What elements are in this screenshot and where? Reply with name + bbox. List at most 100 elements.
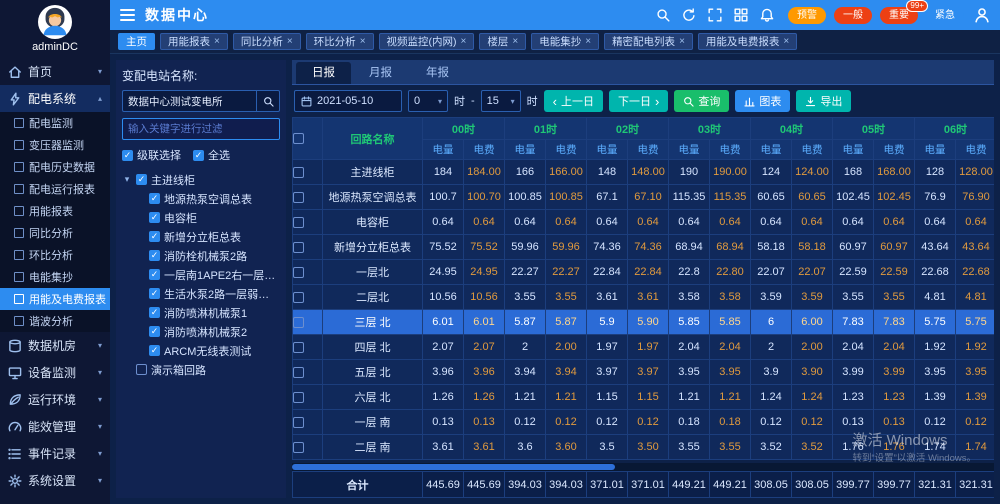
select-all-checkbox-box[interactable]: ✓ (193, 150, 204, 161)
alarm-pill-重要[interactable]: 重要99+ (880, 7, 918, 24)
sidebar-subitem[interactable]: 用能报表 (0, 200, 110, 222)
page-tab[interactable]: 电能集抄× (531, 33, 599, 50)
next-day-button[interactable]: 下一日 › (609, 90, 668, 112)
page-tab[interactable]: 同比分析× (233, 33, 301, 50)
sidebar-subitem[interactable]: 环比分析 (0, 244, 110, 266)
circuit-name-cell[interactable]: 一层北 (323, 260, 423, 285)
close-icon[interactable]: × (287, 36, 293, 47)
page-tab[interactable]: 用能及电费报表× (698, 33, 797, 50)
sidebar-item[interactable]: 首页▾ (0, 58, 110, 85)
sidebar-subitem[interactable]: 配电运行报表 (0, 178, 110, 200)
hour-start-select[interactable]: 0 ▾ (408, 90, 448, 112)
tree-node[interactable]: ✓消防喷淋机械泵1 (122, 303, 280, 322)
alarm-pill-预警[interactable]: 预警 (788, 7, 826, 24)
cascade-checkbox-box[interactable]: ✓ (122, 150, 133, 161)
tree-node[interactable]: ✓消防栓机械泵2路 (122, 246, 280, 265)
row-checkbox[interactable] (293, 217, 304, 228)
station-input[interactable] (122, 90, 256, 112)
sidebar-subitem[interactable]: 变压器监测 (0, 134, 110, 156)
row-checkbox[interactable] (293, 317, 304, 328)
chart-button[interactable]: 图表 (735, 90, 790, 112)
tree-node[interactable]: ▾✓主进线柜 (122, 170, 280, 189)
sidebar-item[interactable]: 运行环境▾ (0, 386, 110, 413)
tree-checkbox[interactable]: ✓ (149, 307, 160, 318)
close-icon[interactable]: × (783, 36, 789, 47)
circuit-name-cell[interactable]: 新增分立柜总表 (323, 235, 423, 260)
station-search-button[interactable] (256, 90, 280, 112)
bell-icon[interactable] (760, 8, 774, 22)
tree-node[interactable]: ✓地源热泵空调总表 (122, 189, 280, 208)
tree-checkbox[interactable]: ✓ (149, 250, 160, 261)
tree-checkbox[interactable] (136, 364, 147, 375)
search-icon[interactable] (656, 8, 670, 22)
page-tab[interactable]: 视频监控(内网)× (379, 33, 475, 50)
tree-checkbox[interactable]: ✓ (149, 269, 160, 280)
page-tab[interactable]: 用能报表× (160, 33, 228, 50)
alarm-pill-紧急[interactable]: 紧急 (926, 7, 964, 24)
tree-checkbox[interactable]: ✓ (149, 231, 160, 242)
report-tab[interactable]: 年报 (410, 62, 465, 84)
sidebar-subitem[interactable]: 配电监测 (0, 112, 110, 134)
row-checkbox[interactable] (293, 267, 304, 278)
row-checkbox[interactable] (293, 367, 304, 378)
circuit-name-cell[interactable]: 二层 南 (323, 435, 423, 460)
date-picker[interactable]: 2021-05-10 (294, 90, 402, 112)
page-tab[interactable]: 环比分析× (306, 33, 374, 50)
tree-filter-input[interactable] (122, 118, 280, 140)
report-tab[interactable]: 日报 (296, 62, 351, 84)
avatar[interactable] (38, 5, 72, 39)
page-tab[interactable]: 主页 (118, 33, 155, 50)
close-icon[interactable]: × (461, 36, 467, 47)
tree-checkbox[interactable]: ✓ (149, 345, 160, 356)
user-icon[interactable] (974, 7, 990, 23)
row-checkbox[interactable] (293, 167, 304, 178)
menu-toggle-icon[interactable] (120, 9, 135, 21)
sidebar-subitem[interactable]: 配电历史数据 (0, 156, 110, 178)
row-checkbox[interactable] (293, 342, 304, 353)
tree-checkbox[interactable]: ✓ (149, 212, 160, 223)
tree-node[interactable]: 演示箱回路 (122, 360, 280, 379)
circuit-name-cell[interactable]: 四层 北 (323, 335, 423, 360)
close-icon[interactable]: × (585, 36, 591, 47)
sidebar-subitem[interactable]: 用能及电费报表 (0, 288, 110, 310)
sidebar-item[interactable]: 数据机房▾ (0, 332, 110, 359)
fullscreen-icon[interactable] (708, 8, 722, 22)
prev-day-button[interactable]: ‹ 上一日 (544, 90, 603, 112)
select-all-checkbox[interactable]: ✓ 全选 (193, 147, 230, 163)
tree-checkbox[interactable]: ✓ (149, 326, 160, 337)
circuit-name-cell[interactable]: 电容柜 (323, 210, 423, 235)
circuit-name-cell[interactable]: 地源热泵空调总表 (323, 185, 423, 210)
row-checkbox[interactable] (293, 192, 304, 203)
refresh-icon[interactable] (682, 8, 696, 22)
tree-checkbox[interactable]: ✓ (149, 288, 160, 299)
close-icon[interactable]: × (512, 36, 518, 47)
hour-end-select[interactable]: 15 ▾ (481, 90, 521, 112)
close-icon[interactable]: × (360, 36, 366, 47)
tree-node[interactable]: ✓新增分立柜总表 (122, 227, 280, 246)
page-tab[interactable]: 楼层× (479, 33, 526, 50)
horizontal-scrollbar[interactable] (292, 463, 994, 471)
sidebar-group-power[interactable]: 配电系统▴ (0, 85, 110, 112)
page-tab[interactable]: 精密配电列表× (604, 33, 693, 50)
scrollbar-thumb[interactable] (292, 464, 615, 470)
sidebar-subitem[interactable]: 同比分析 (0, 222, 110, 244)
sidebar-item[interactable]: 系统设置▾ (0, 467, 110, 494)
report-tab[interactable]: 月报 (353, 62, 408, 84)
circuit-name-cell[interactable]: 主进线柜 (323, 160, 423, 185)
tree-node[interactable]: ✓一层南1APE2右一层北1APE1左 (122, 265, 280, 284)
sidebar-item[interactable]: 能效管理▾ (0, 413, 110, 440)
sidebar-subitem[interactable]: 谐波分析 (0, 310, 110, 332)
circuit-name-cell[interactable]: 三层 北 (323, 310, 423, 335)
tree-node[interactable]: ✓ARCM无线表测试 (122, 341, 280, 360)
circuit-name-cell[interactable]: 二层北 (323, 285, 423, 310)
select-all-rows-checkbox[interactable] (293, 133, 304, 144)
export-button[interactable]: 导出 (796, 90, 851, 112)
row-checkbox[interactable] (293, 442, 304, 453)
row-checkbox[interactable] (293, 417, 304, 428)
apps-icon[interactable] (734, 8, 748, 22)
tree-node[interactable]: ✓生活水泵2路一层弱电房 (122, 284, 280, 303)
query-button[interactable]: 查询 (674, 90, 729, 112)
tree-expand-icon[interactable]: ▾ (122, 174, 132, 185)
sidebar-subitem[interactable]: 电能集抄 (0, 266, 110, 288)
close-icon[interactable]: × (679, 36, 685, 47)
